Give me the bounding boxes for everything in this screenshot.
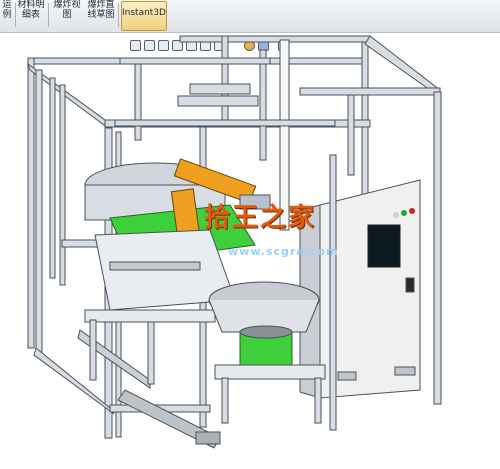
explode-line-label-1: 爆炸直	[87, 0, 115, 10]
exploded-view-label-1: 爆炸视	[53, 0, 81, 10]
explode-line-label-2: 线草图	[87, 10, 115, 20]
animation-button[interactable]: 运 例	[0, 0, 14, 30]
ribbon-separator	[118, 3, 119, 27]
exploded-view-button[interactable]: 爆炸视 图	[50, 0, 84, 30]
bom-button-label-1: 材料明	[17, 0, 45, 10]
instant3d-label: Instant3D	[122, 8, 166, 18]
animation-button-label-2: 例	[2, 10, 12, 20]
explode-line-sketch-button[interactable]: 爆炸直 线草图	[86, 0, 116, 30]
ribbon-separator	[48, 3, 49, 27]
command-ribbon: 运 例 材料明 细表 爆炸视 图 爆炸直 线草图 Instant3D	[0, 0, 500, 33]
bom-button-label-2: 细表	[21, 10, 40, 20]
bill-of-materials-button[interactable]: 材料明 细表	[16, 0, 46, 30]
animation-button-label-1: 运	[2, 0, 12, 10]
exploded-view-label-2: 图	[62, 10, 72, 20]
watermark-title: 拾王之家	[204, 203, 317, 233]
watermark-url: www.scgra.com	[228, 245, 339, 258]
gantry	[119, 49, 271, 161]
watermark-logo: 拾王之家 www.scgra.com	[190, 195, 337, 265]
instant3d-button[interactable]: Instant3D	[121, 1, 167, 31]
